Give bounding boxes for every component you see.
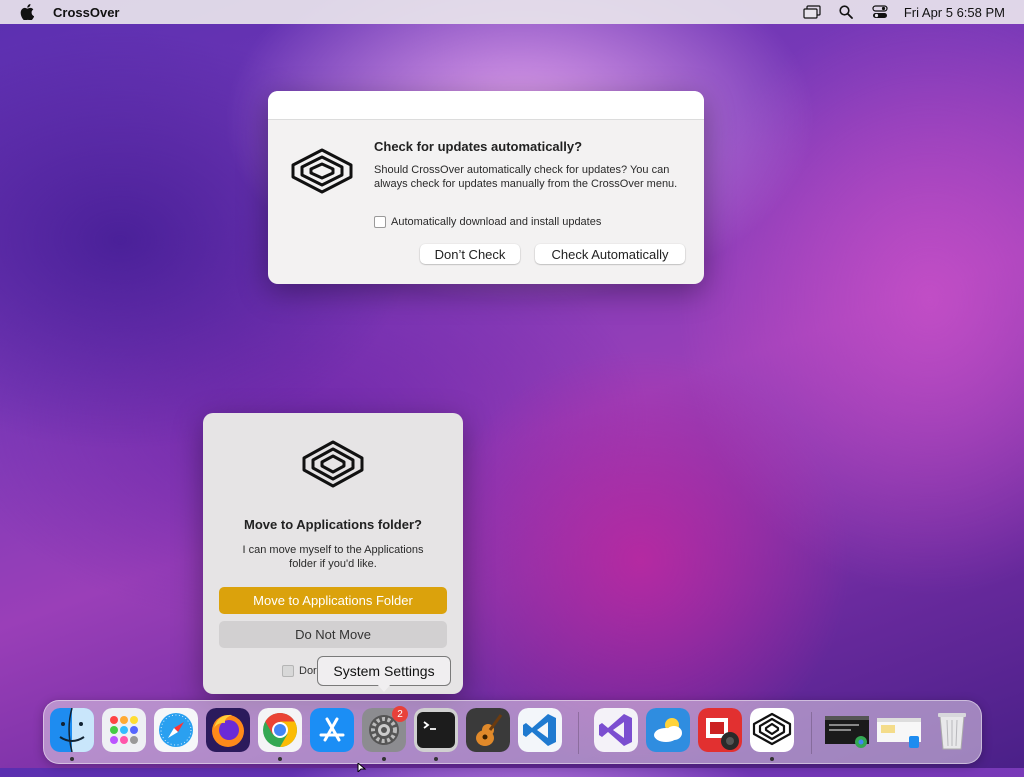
dont-check-button[interactable]: Don’t Check: [420, 244, 520, 264]
running-indicator: [278, 757, 282, 761]
menu-bar: CrossOver Fri Apr 5 6:58 PM: [0, 0, 1024, 24]
notification-badge: 2: [392, 706, 408, 722]
spotlight-search-icon[interactable]: [836, 4, 856, 20]
dock-trash-icon[interactable]: [930, 708, 974, 752]
update-dialog-title: Check for updates automatically?: [374, 139, 583, 154]
dock-separator: [811, 712, 812, 754]
dock-garageband-icon[interactable]: [466, 708, 510, 752]
check-automatically-button[interactable]: Check Automatically: [535, 244, 685, 264]
running-indicator: [770, 757, 774, 761]
move-to-applications-dialog: Move to Applications folder? I can move …: [203, 413, 463, 694]
dock-chrome-icon[interactable]: [258, 708, 302, 752]
move-dialog-title: Move to Applications folder?: [244, 517, 422, 532]
tooltip-arrow: [377, 684, 391, 692]
dock-finder-icon[interactable]: [50, 708, 94, 752]
move-dialog-checkbox-label: Dor: [299, 665, 317, 677]
mouse-cursor-icon: [357, 759, 367, 774]
move-dialog-checkbox-row[interactable]: Dor: [282, 665, 317, 677]
do-not-move-button[interactable]: Do Not Move: [219, 621, 447, 648]
crossover-logo-icon: [290, 147, 354, 195]
dock-tooltip: System Settings: [317, 656, 451, 686]
auto-install-checkbox[interactable]: [374, 216, 386, 228]
app-menu-name[interactable]: CrossOver: [53, 5, 119, 20]
dock-crossover-icon[interactable]: [750, 708, 794, 752]
dock-launchpad-icon[interactable]: [102, 708, 146, 752]
move-to-applications-button[interactable]: Move to Applications Folder: [219, 587, 447, 614]
dock-app-store-icon[interactable]: [310, 708, 354, 752]
running-indicator: [70, 757, 74, 761]
update-dialog-message: Should CrossOver automatically check for…: [374, 164, 678, 190]
apple-menu-icon[interactable]: [19, 4, 35, 20]
running-indicator: [382, 757, 386, 761]
dock-minimized-chrome-window-icon[interactable]: [823, 708, 871, 752]
dock-visual-studio-icon[interactable]: [594, 708, 638, 752]
dock-minimized-finder-window-icon[interactable]: [875, 708, 923, 752]
dock-safari-icon[interactable]: [154, 708, 198, 752]
dialog-titlebar[interactable]: [268, 91, 704, 120]
dock-vscode-icon[interactable]: [518, 708, 562, 752]
move-dialog-message: I can move myself to the Applications fo…: [242, 544, 424, 570]
dock-separator: [578, 712, 579, 754]
dock-photo-booth-icon[interactable]: [698, 708, 742, 752]
check-updates-dialog: Check for updates automatically? Should …: [268, 91, 704, 284]
crossover-logo-icon: [301, 439, 365, 489]
dock-terminal-icon[interactable]: [414, 708, 458, 752]
move-dialog-checkbox[interactable]: [282, 665, 294, 677]
running-indicator: [434, 757, 438, 761]
auto-install-checkbox-row[interactable]: Automatically download and install updat…: [374, 216, 601, 228]
menubar-clock[interactable]: Fri Apr 5 6:58 PM: [904, 5, 1005, 20]
screen-mirroring-icon[interactable]: [802, 4, 822, 20]
auto-install-checkbox-label: Automatically download and install updat…: [391, 216, 602, 228]
dock-firefox-icon[interactable]: [206, 708, 250, 752]
control-center-icon[interactable]: [870, 4, 890, 20]
dock-weather-icon[interactable]: [646, 708, 690, 752]
